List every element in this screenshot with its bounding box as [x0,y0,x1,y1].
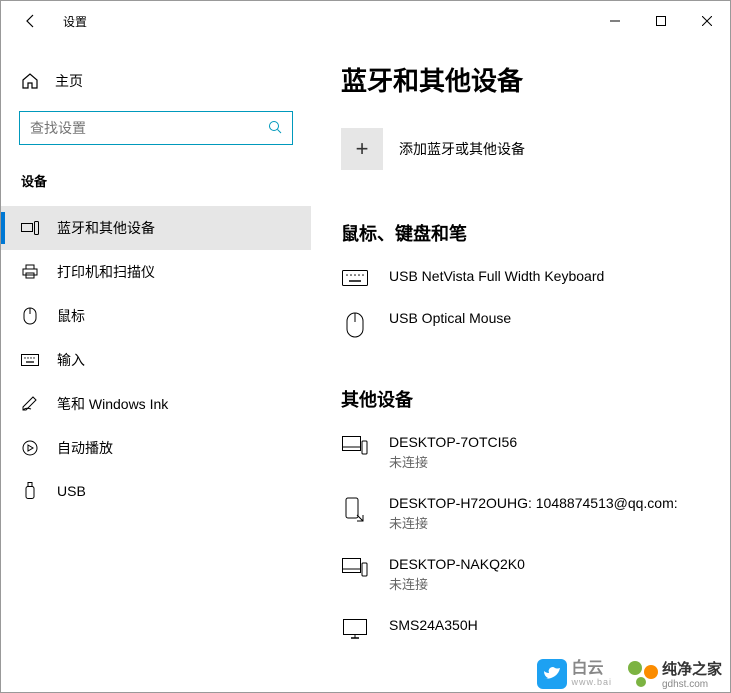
printer-icon [21,264,39,280]
sidebar-item-label: 鼠标 [57,306,85,326]
sidebar-home-label: 主页 [55,71,83,91]
maximize-button[interactable] [638,5,684,37]
group-title-other-devices: 其他设备 [341,386,700,412]
sidebar-item-typing[interactable]: 输入 [1,338,311,382]
watermark-url: www.bai [571,678,612,688]
group-title-input-devices: 鼠标、键盘和笔 [341,220,700,246]
devices-icon [21,221,39,235]
device-status: 未连接 [389,513,678,532]
sidebar-item-label: 蓝牙和其他设备 [57,218,155,238]
sidebar-item-bluetooth[interactable]: 蓝牙和其他设备 [1,206,311,250]
device-row[interactable]: DESKTOP-7OTCI56 未连接 [341,428,700,489]
device-row[interactable]: DESKTOP-H72OUHG: 1048874513@qq.com: 未连接 [341,489,700,550]
watermarks: 白云www.bai 纯净之家gdhst.com [537,658,722,690]
add-device-label: 添加蓝牙或其他设备 [399,139,525,159]
sidebar-item-label: 笔和 Windows Ink [57,394,168,414]
sidebar-item-label: 自动播放 [57,438,113,458]
watermark-url: gdhst.com [662,679,722,690]
sidebar-item-printers[interactable]: 打印机和扫描仪 [1,250,311,294]
page-title: 蓝牙和其他设备 [341,61,700,98]
device-status: 未连接 [389,574,525,593]
desktop-icon [341,556,369,578]
home-icon [21,72,39,90]
watermark-chunjing: 纯净之家gdhst.com [628,658,722,690]
device-status: 未连接 [389,452,517,471]
device-name: SMS24A350H [389,617,478,633]
add-device-row[interactable]: + 添加蓝牙或其他设备 [341,128,700,170]
search-box[interactable] [19,111,293,145]
sidebar-item-pen[interactable]: 笔和 Windows Ink [1,382,311,426]
sidebar-section-label: 设备 [1,171,311,206]
keyboard-icon [21,354,39,366]
sidebar-item-autoplay[interactable]: 自动播放 [1,426,311,470]
search-icon [268,120,282,137]
sidebar-home[interactable]: 主页 [1,61,311,101]
usb-icon [21,482,39,500]
watermark-baiyun: 白云www.bai [537,659,612,689]
watermark-text: 纯净之家 [662,658,722,679]
search-input[interactable] [30,120,268,136]
window-title: 设置 [63,13,87,30]
mouse-icon [341,310,369,338]
monitor-icon [341,617,369,639]
device-row[interactable]: USB NetVista Full Width Keyboard [341,262,700,304]
close-button[interactable] [684,5,730,37]
content-area: 蓝牙和其他设备 + 添加蓝牙或其他设备 鼠标、键盘和笔 USB NetVista… [311,41,730,692]
mouse-icon [21,307,39,325]
minimize-button[interactable] [592,5,638,37]
device-name: DESKTOP-NAKQ2K0 [389,556,525,572]
bird-icon [537,659,567,689]
sidebar-item-mouse[interactable]: 鼠标 [1,294,311,338]
back-button[interactable] [19,9,43,33]
device-name: USB NetVista Full Width Keyboard [389,268,604,284]
keyboard-icon [341,268,369,286]
add-device-button[interactable]: + [341,128,383,170]
phone-link-icon [341,495,369,523]
sidebar-item-label: 打印机和扫描仪 [57,262,155,282]
watermark-text: 白云 [571,660,612,678]
sidebar-item-usb[interactable]: USB [1,470,311,512]
sidebar: 主页 设备 蓝牙和其他设备 打印机和扫描仪 鼠标 输入 笔和 Windows I… [1,41,311,692]
sidebar-item-label: 输入 [57,350,85,370]
dots-icon [628,661,658,687]
plus-icon: + [356,136,369,162]
device-name: DESKTOP-7OTCI56 [389,434,517,450]
device-row[interactable]: DESKTOP-NAKQ2K0 未连接 [341,550,700,611]
device-row[interactable]: USB Optical Mouse [341,304,700,356]
device-name: DESKTOP-H72OUHG: 1048874513@qq.com: [389,495,678,511]
device-name: USB Optical Mouse [389,310,511,326]
sidebar-item-label: USB [57,483,86,499]
autoplay-icon [21,440,39,456]
device-row[interactable]: SMS24A350H [341,611,700,657]
pen-icon [21,396,39,412]
desktop-icon [341,434,369,456]
